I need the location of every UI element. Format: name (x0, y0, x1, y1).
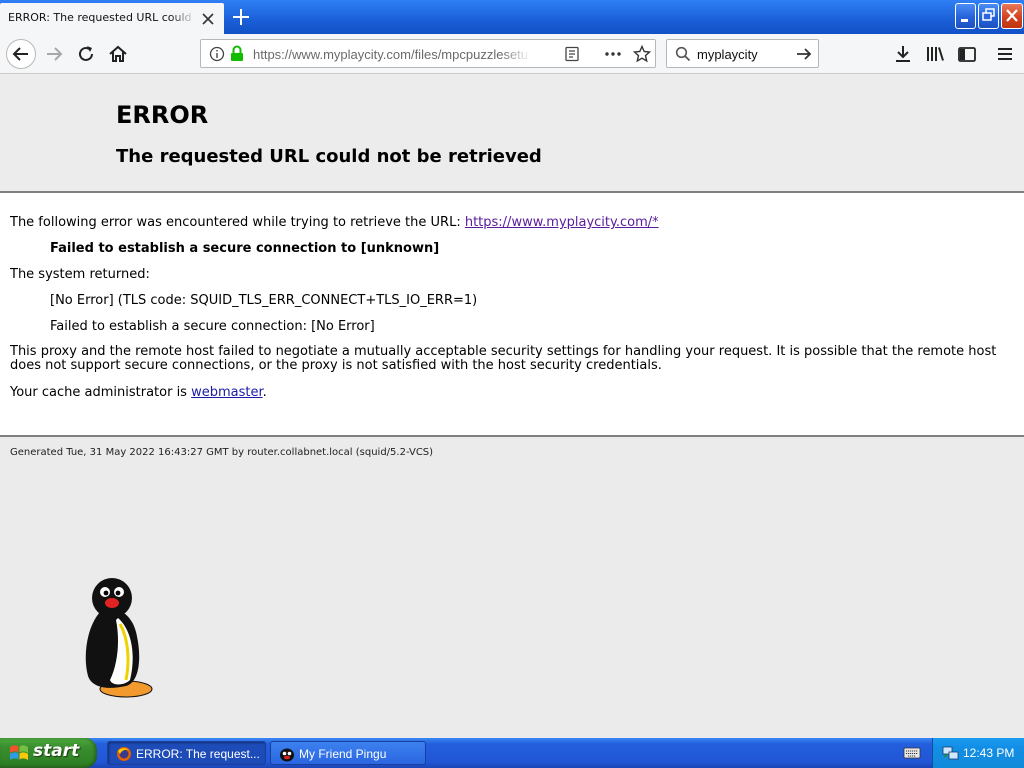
hamburger-menu-icon[interactable] (991, 40, 1019, 68)
system-error-code: [No Error] (TLS code: SQUID_TLS_ERR_CONN… (50, 293, 478, 308)
minimize-button[interactable] (955, 3, 976, 29)
url-input[interactable]: https://www.myplaycity.com/files/mpcpuzz… (253, 47, 529, 63)
taskbar-item-label: My Friend Pingu (299, 747, 387, 761)
pingu-icon (280, 748, 294, 762)
pingu-penguin-icon[interactable] (80, 576, 158, 702)
new-tab-icon[interactable] (229, 5, 253, 29)
error-title: ERROR (116, 101, 209, 129)
reload-icon[interactable] (72, 40, 100, 68)
start-label: start (33, 741, 80, 761)
start-button[interactable]: start (0, 738, 97, 768)
taskbar-item-pingu[interactable]: My Friend Pingu (270, 741, 426, 765)
restore-button[interactable] (978, 3, 999, 29)
star-icon[interactable] (633, 45, 651, 63)
tab-error-page[interactable]: ERROR: The requested URL could not be re… (0, 3, 224, 34)
error-subtitle: The requested URL could not be retrieved (116, 146, 542, 167)
download-icon[interactable] (889, 40, 917, 68)
clock[interactable]: 12:43 PM (963, 746, 1014, 760)
taskbar-item-browser[interactable]: ERROR: The request... (107, 741, 266, 765)
taskbar: start ERROR: The request... My Friend Pi… (0, 738, 1024, 768)
failure-message: Failed to establish a secure connection … (50, 241, 440, 256)
browser-icon (117, 747, 131, 761)
admin-suffix: . (262, 385, 267, 400)
back-button[interactable] (6, 39, 36, 69)
intro-text: The following error was encountered whil… (10, 215, 465, 230)
minimize-icon (961, 19, 968, 22)
taskbar-item-label: ERROR: The request... (136, 747, 260, 761)
url-fade (501, 44, 531, 64)
system-error-detail: Failed to establish a secure connection:… (50, 319, 375, 334)
more-actions-icon[interactable] (604, 46, 622, 62)
keyboard-icon[interactable] (903, 746, 921, 760)
restore-icon (982, 8, 995, 21)
search-icon (675, 46, 691, 62)
webmaster-link[interactable]: webmaster (191, 385, 263, 400)
tab-title: ERROR: The requested URL could not be re… (8, 11, 196, 24)
error-header: ERROR The requested URL could not be ret… (0, 74, 1024, 193)
lock-icon[interactable] (230, 45, 244, 62)
close-tab-icon[interactable] (198, 9, 218, 29)
admin-line: Your cache administrator is webmaster. (10, 385, 267, 400)
page-content: ERROR The requested URL could not be ret… (0, 74, 1024, 738)
arrow-right-icon[interactable] (795, 46, 813, 62)
search-bar[interactable]: myplaycity (666, 39, 819, 68)
requested-url-link[interactable]: https://www.myplaycity.com/* (465, 215, 659, 230)
forward-button[interactable] (40, 40, 68, 68)
address-bar[interactable]: https://www.myplaycity.com/files/mpcpuzz… (200, 39, 656, 68)
intro-line: The following error was encountered whil… (10, 215, 659, 230)
windows-logo-icon (10, 745, 28, 760)
home-icon[interactable] (104, 40, 132, 68)
explanation-text: This proxy and the remote host failed to… (10, 344, 997, 373)
tab-title-fade (170, 9, 196, 29)
info-icon[interactable] (209, 46, 225, 62)
sidebar-icon[interactable] (953, 40, 981, 68)
tab-strip: ERROR: The requested URL could not be re… (0, 0, 1024, 34)
library-icon[interactable] (921, 40, 949, 68)
close-window-button[interactable] (1001, 3, 1023, 29)
error-body: The following error was encountered whil… (0, 193, 1024, 437)
close-icon (1006, 9, 1018, 22)
search-input[interactable]: myplaycity (697, 47, 787, 62)
admin-prefix: Your cache administrator is (10, 385, 192, 400)
arrow-left-icon (12, 47, 28, 61)
reader-view-icon[interactable] (564, 46, 580, 62)
system-returned-label: The system returned: (10, 267, 150, 282)
generated-footer: Generated Tue, 31 May 2022 16:43:27 GMT … (10, 447, 434, 458)
network-icon[interactable] (942, 745, 960, 761)
system-tray: 12:43 PM (932, 738, 1024, 768)
navigation-toolbar: https://www.myplaycity.com/files/mpcpuzz… (0, 34, 1024, 74)
